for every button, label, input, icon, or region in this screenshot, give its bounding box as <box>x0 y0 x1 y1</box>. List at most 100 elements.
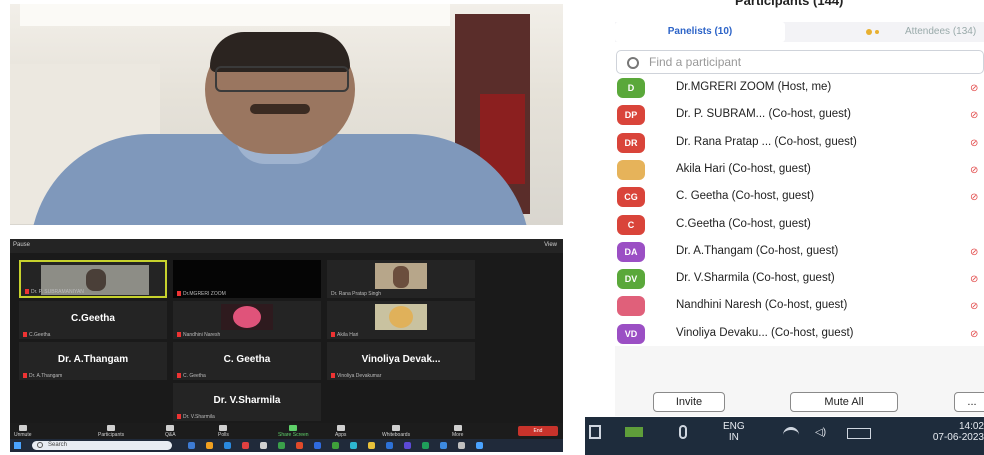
explorer-icon[interactable] <box>206 442 213 449</box>
muted-mic-icon[interactable]: ⊘ <box>970 247 980 258</box>
whiteboards-button[interactable]: Whiteboards <box>382 425 410 438</box>
unmute-button[interactable]: Unmute <box>14 425 32 438</box>
app-icon[interactable] <box>314 442 321 449</box>
muted-mic-icon[interactable]: ⊘ <box>970 274 980 285</box>
share-icon <box>289 425 298 431</box>
avatar: VD <box>617 323 645 344</box>
more-icon <box>453 425 462 431</box>
app-icon[interactable] <box>332 442 339 449</box>
tile-label: Dr. P. SUBRAMANIYAN <box>31 289 84 295</box>
panel-title: Participants (144) <box>735 0 844 8</box>
app-icon[interactable] <box>386 442 393 449</box>
more-options-button[interactable]: ... <box>954 392 984 412</box>
app-icon[interactable] <box>278 442 285 449</box>
tile-label: Dr.MGRERI ZOOM <box>183 291 226 297</box>
invite-button[interactable]: Invite <box>653 392 725 412</box>
muted-mic-icon[interactable]: ⊘ <box>970 138 980 149</box>
more-button[interactable]: More <box>452 425 463 438</box>
participant-row[interactable]: C C.Geetha (Co-host, guest) <box>615 213 984 240</box>
apps-button[interactable]: Apps <box>335 425 346 438</box>
panel-footer: Invite Mute All ... <box>615 346 984 416</box>
avatar: CG <box>617 187 645 208</box>
battery-icon[interactable] <box>847 428 871 439</box>
gallery-tile[interactable]: Dr. Rana Pratap Singh <box>327 260 475 298</box>
windows-taskbar: ENG IN ◁) 14:02 07-06-2023 <box>585 417 984 455</box>
gallery-tile[interactable]: Dr. P. SUBRAMANIYAN <box>19 260 167 298</box>
app-icon[interactable] <box>296 442 303 449</box>
app-icon[interactable] <box>368 442 375 449</box>
mute-all-button[interactable]: Mute All <box>790 392 898 412</box>
app-icon[interactable] <box>476 442 483 449</box>
app-icon[interactable] <box>422 442 429 449</box>
view-menu[interactable]: View <box>544 242 557 248</box>
zoom-icon[interactable] <box>224 442 231 449</box>
taskbar-search[interactable]: Search <box>32 441 172 450</box>
polls-button[interactable]: Polls <box>218 425 229 438</box>
participant-row[interactable]: DP Dr. P. SUBRAM... (Co-host, guest) ⊘ <box>615 103 984 130</box>
pause-label[interactable]: Pause <box>13 242 30 248</box>
participant-row[interactable]: D Dr.MGRERI ZOOM (Host, me) ⊘ <box>615 76 984 103</box>
muted-mic-icon[interactable]: ⊘ <box>970 301 980 312</box>
tile-label: C. Geetha <box>183 373 206 379</box>
gallery-tile[interactable]: C. Geetha C. Geetha <box>173 342 321 380</box>
muted-mic-icon[interactable]: ⊘ <box>970 110 980 121</box>
tab-panelists[interactable]: Panelists (10) <box>615 22 785 42</box>
muted-mic-icon[interactable]: ⊘ <box>970 165 980 176</box>
app-icon[interactable] <box>404 442 411 449</box>
participant-name: Akila Hari (Co-host, guest) <box>676 162 811 175</box>
muted-mic-icon[interactable]: ⊘ <box>970 192 980 203</box>
gallery-tile[interactable]: Vinoliya Devak... Vinoliya Devakumar <box>327 342 475 380</box>
participant-row[interactable]: VD Vinoliya Devaku... (Co-host, guest) ⊘ <box>615 322 984 349</box>
participant-name: Dr. P. SUBRAM... (Co-host, guest) <box>676 108 851 121</box>
gallery-tile[interactable]: C.Geetha C.Geetha <box>19 301 167 339</box>
mic-icon[interactable] <box>679 425 687 439</box>
speaker-icon[interactable]: ◁) <box>815 427 829 438</box>
whiteboard-icon <box>392 425 401 431</box>
app-icon[interactable] <box>458 442 465 449</box>
share-screen-button[interactable]: Share Screen <box>278 425 309 438</box>
participant-row[interactable]: Nandhini Naresh (Co-host, guest) ⊘ <box>615 294 984 321</box>
avatar: D <box>617 78 645 98</box>
gallery-tile[interactable]: Dr. A.Thangam Dr. A.Thangam <box>19 342 167 380</box>
apps-icon <box>336 425 345 431</box>
task-view-icon[interactable] <box>188 442 195 449</box>
search-icon <box>37 442 43 448</box>
windows-start-icon[interactable] <box>14 442 21 449</box>
app-icon[interactable] <box>260 442 267 449</box>
gallery-tile[interactable]: Dr.MGRERI ZOOM <box>173 260 321 298</box>
qa-button[interactable]: Q&A <box>165 425 176 438</box>
windows-taskbar-small: Search <box>10 439 563 452</box>
tile-name: Dr. V.Sharmila <box>213 395 281 406</box>
clock[interactable]: 14:02 07-06-2023 <box>930 421 984 443</box>
app-icon[interactable] <box>625 427 643 437</box>
participant-row[interactable]: CG C. Geetha (Co-host, guest) ⊘ <box>615 185 984 212</box>
participant-name: C.Geetha (Co-host, guest) <box>676 217 811 230</box>
end-button[interactable]: End <box>518 426 558 436</box>
participant-row[interactable]: DA Dr. A.Thangam (Co-host, guest) ⊘ <box>615 240 984 267</box>
task-view-icon[interactable] <box>589 425 601 439</box>
tile-label: Dr. A.Thangam <box>29 373 63 379</box>
gallery-tile[interactable]: Nandhini Naresh <box>173 301 321 339</box>
participant-row[interactable]: Akila Hari (Co-host, guest) ⊘ <box>615 158 984 185</box>
gallery-topbar: Pause View <box>10 239 563 253</box>
app-icon[interactable] <box>440 442 447 449</box>
avatar <box>617 159 645 180</box>
gallery-tile[interactable]: Akila Hari <box>327 301 475 339</box>
app-icon[interactable] <box>350 442 357 449</box>
participant-row[interactable]: DV Dr. V.Sharmila (Co-host, guest) ⊘ <box>615 267 984 294</box>
meeting-toolbar: Unmute Participants Q&A Polls Share Scre… <box>10 423 563 439</box>
chrome-icon[interactable] <box>242 442 249 449</box>
wifi-icon[interactable] <box>783 427 799 440</box>
participant-search-input[interactable]: Find a participant <box>616 50 984 74</box>
muted-mic-icon[interactable]: ⊘ <box>970 329 980 340</box>
tile-name: Dr. A.Thangam <box>57 354 129 365</box>
search-icon <box>627 57 639 69</box>
language-indicator[interactable]: ENG IN <box>723 421 745 443</box>
tab-attendees[interactable]: Attendees (134) <box>905 22 976 42</box>
participants-button[interactable]: Participants <box>98 425 124 438</box>
muted-mic-icon[interactable]: ⊘ <box>970 83 980 94</box>
avatar <box>617 296 645 317</box>
gallery-tile[interactable]: Dr. V.Sharmila Dr. V.Sharmila <box>173 383 321 421</box>
participant-row[interactable]: DR Dr. Rana Pratap ... (Co-host, guest) ⊘ <box>615 131 984 158</box>
avatar: C <box>617 214 645 235</box>
